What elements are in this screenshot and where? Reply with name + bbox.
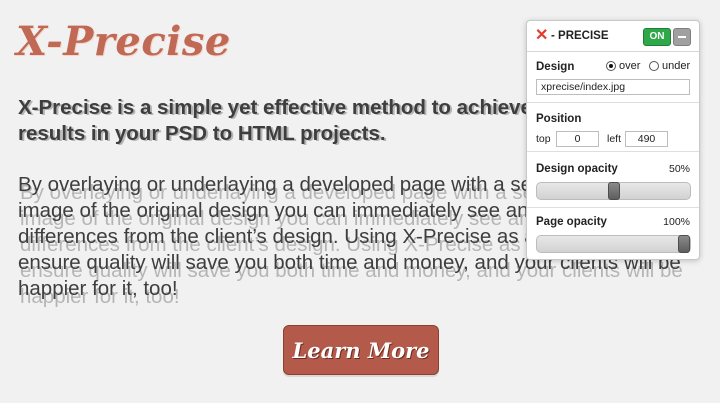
page-opacity-label: Page opacity — [536, 216, 607, 228]
page-opacity-slider[interactable] — [536, 235, 691, 253]
page-opacity-value: 100% — [663, 216, 690, 228]
page-opacity-section: Page opacity 100% — [527, 208, 699, 259]
page-opacity-slider-thumb[interactable] — [678, 235, 690, 253]
top-input[interactable]: 0 — [556, 131, 599, 147]
design-opacity-section: Design opacity 50% — [527, 152, 699, 208]
xprecise-panel: ✕ - PRECISE ON Design over under xprecis… — [526, 20, 700, 260]
position-section: Position top 0 left 490 — [527, 103, 699, 152]
design-image-path-input[interactable]: xprecise/index.jpg — [536, 79, 690, 95]
panel-title: - PRECISE — [551, 30, 609, 42]
top-label: top — [536, 133, 551, 145]
on-toggle-button[interactable]: ON — [643, 28, 671, 46]
design-label: Design — [536, 61, 575, 73]
radio-under-label: under — [662, 60, 691, 72]
design-opacity-slider-thumb[interactable] — [608, 182, 620, 200]
panel-header[interactable]: ✕ - PRECISE ON — [527, 21, 699, 52]
learn-more-button[interactable]: Learn More — [283, 325, 439, 375]
design-opacity-value: 50% — [668, 163, 690, 175]
radio-under[interactable]: under — [649, 60, 690, 72]
body-line-5: happier for it, too! — [18, 277, 178, 300]
radio-over-indicator — [606, 61, 616, 71]
design-section: Design over under xprecise/index.jpg — [527, 52, 699, 103]
design-opacity-label: Design opacity — [536, 163, 618, 175]
position-label: Position — [536, 113, 582, 125]
radio-under-indicator — [649, 61, 659, 71]
minimize-button[interactable] — [673, 28, 691, 46]
design-opacity-slider[interactable] — [536, 182, 691, 200]
left-input[interactable]: 490 — [625, 131, 668, 147]
left-label: left — [607, 133, 622, 145]
radio-over[interactable]: over — [606, 60, 640, 72]
page: X-Precise X-Precise is a simple yet effe… — [0, 0, 720, 403]
x-logo-icon: ✕ — [535, 27, 549, 44]
site-logo[interactable]: X-Precise — [16, 18, 231, 65]
radio-over-label: over — [619, 60, 641, 72]
